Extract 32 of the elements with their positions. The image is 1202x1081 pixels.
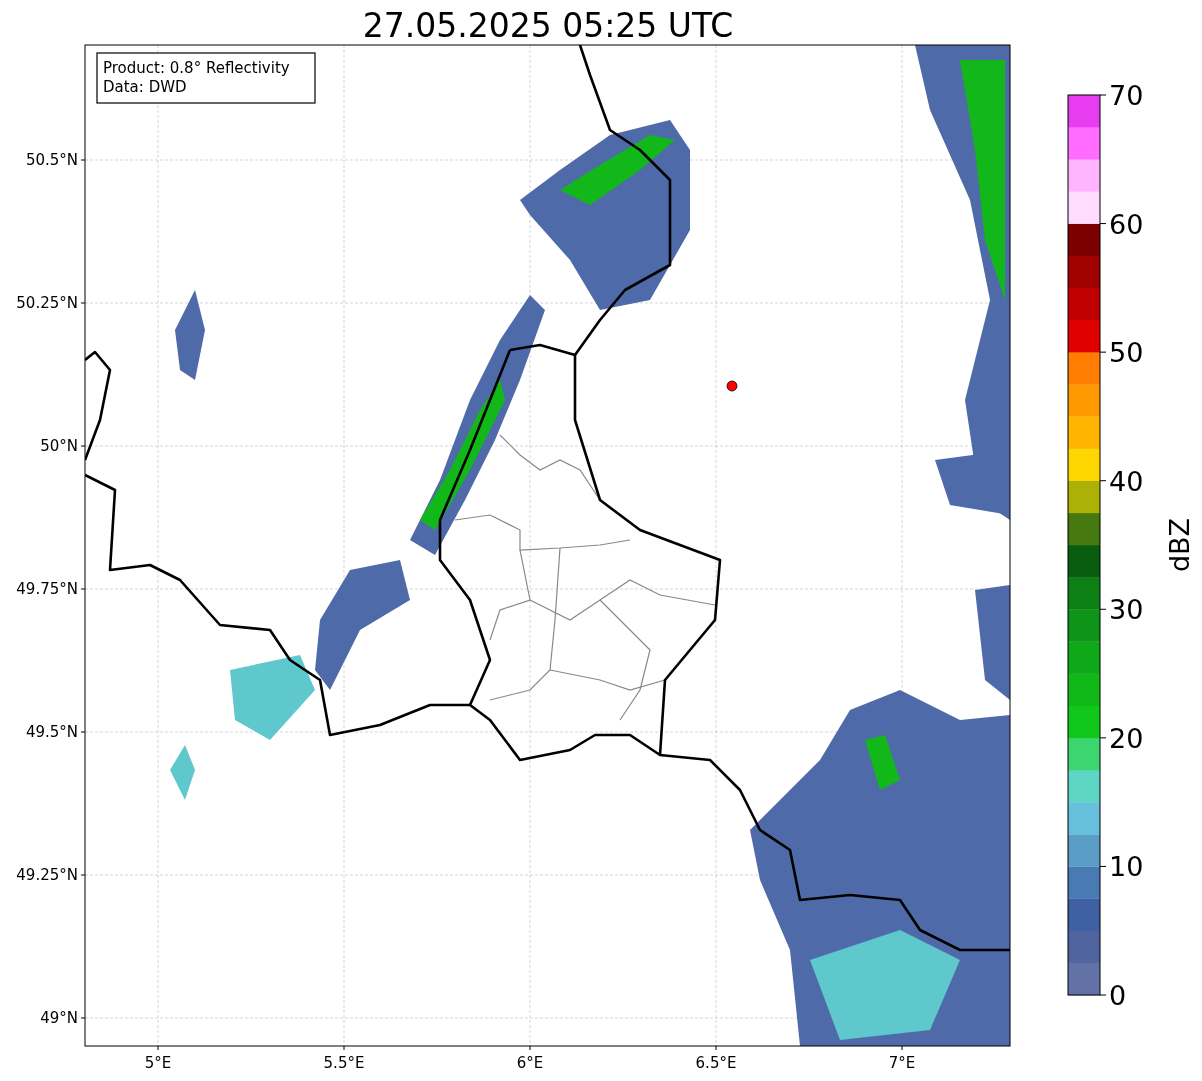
axis-tick-label: 6°E	[516, 1054, 544, 1072]
colorbar-tick-label: 0	[1109, 980, 1127, 1011]
colorbar-tick-label: 60	[1109, 208, 1144, 240]
colorbar-tick-label: 70	[1109, 80, 1144, 111]
legend-text: Product: 0.8° Reflectivity	[103, 59, 290, 77]
legend-text: Data: DWD	[103, 78, 187, 96]
tick-mark	[1099, 223, 1107, 225]
axis-tick-label: 49.25°N	[16, 866, 78, 884]
colorbar-tick-label: 50	[1109, 337, 1144, 369]
colorbar-tick-label: 40	[1109, 465, 1144, 497]
axis-tick-label: 49.5°N	[25, 723, 78, 741]
chart-title: 27.05.2025 05:25 UTC	[362, 6, 734, 45]
axis-tick-label: 49.75°N	[16, 580, 78, 598]
axis-tick-label: 5.5°E	[323, 1054, 365, 1072]
tick-mark	[1099, 737, 1107, 739]
tick-mark	[1099, 994, 1107, 996]
axis-tick-label: 6.5°E	[695, 1054, 737, 1072]
colorbar-tick-label: 10	[1109, 851, 1144, 883]
tick-mark	[1099, 351, 1107, 353]
colorbar-label: dBZ	[1164, 517, 1195, 573]
axis-tick-label: 7°E	[888, 1054, 916, 1072]
axis-tick-label: 50°N	[40, 437, 78, 455]
colorbar-tick-label: 20	[1109, 722, 1144, 754]
tick-mark	[1099, 94, 1107, 96]
colorbar-tick-label: 30	[1109, 594, 1144, 626]
tick-mark	[1099, 608, 1107, 610]
axis-tick-label: 5°E	[144, 1054, 172, 1072]
axis-tick-label: 49°N	[40, 1009, 78, 1027]
axis-tick-label: 50.25°N	[16, 294, 78, 312]
axis-tick-label: 50.5°N	[25, 151, 78, 169]
tick-mark	[1099, 865, 1107, 867]
tick-mark	[1099, 480, 1107, 482]
